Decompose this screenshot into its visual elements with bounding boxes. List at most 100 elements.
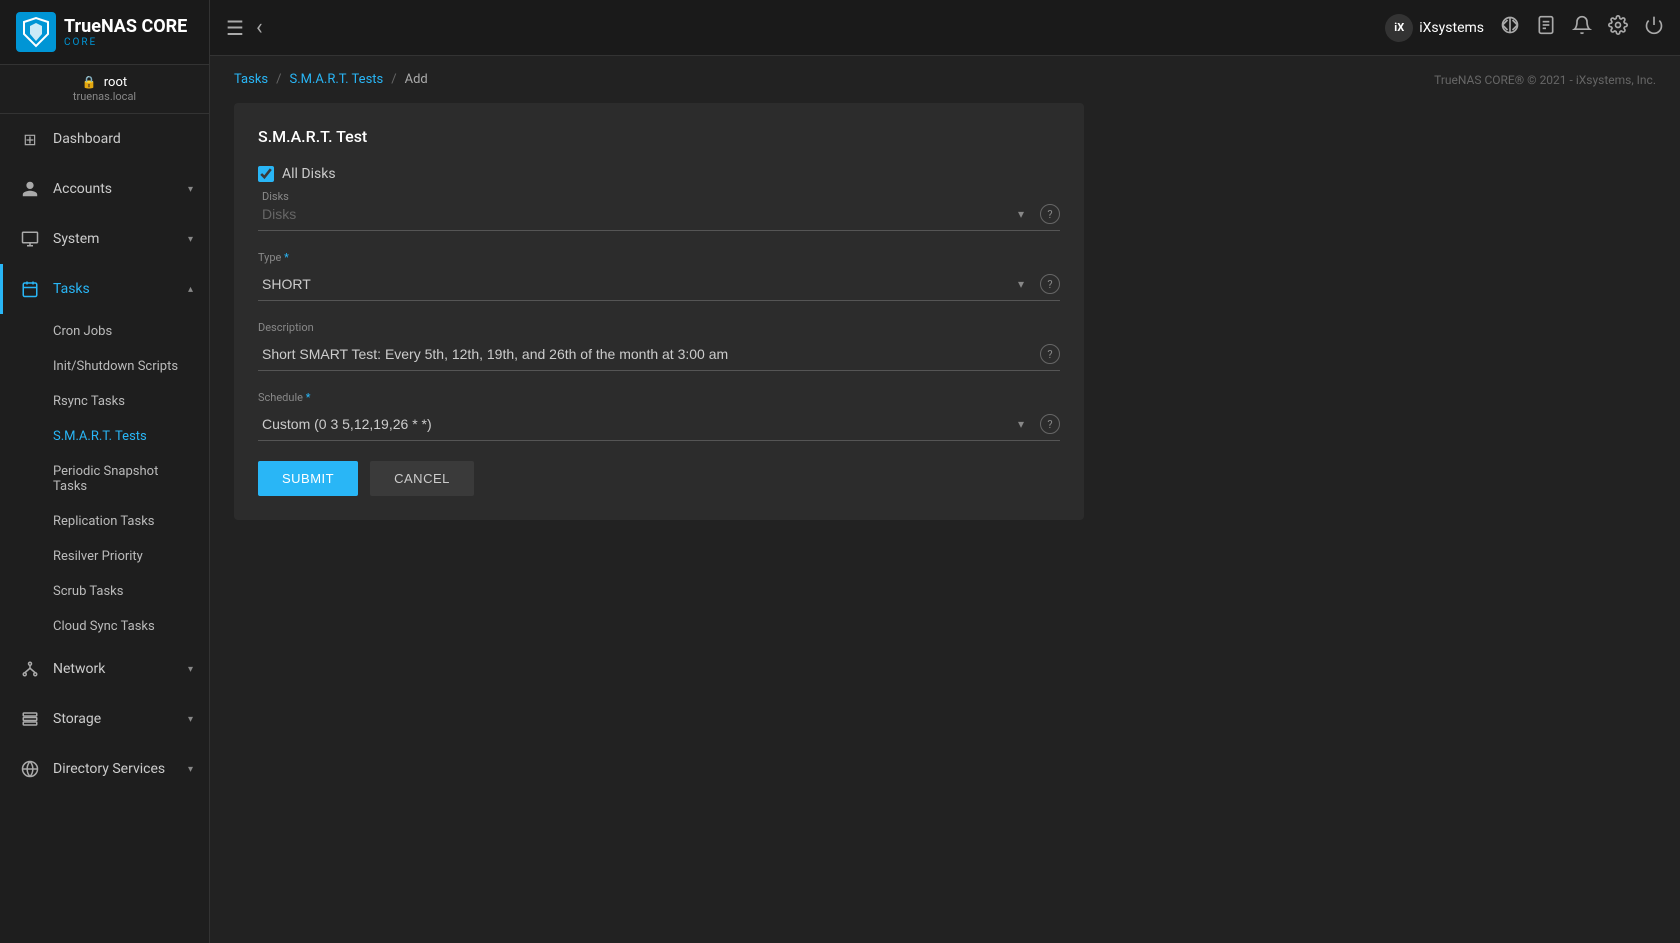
- description-group: Description ?: [258, 321, 1060, 371]
- accounts-icon: [19, 178, 41, 200]
- ix-badge: iX: [1385, 14, 1413, 42]
- schedule-select[interactable]: Custom (0 3 5,12,19,26 * *): [258, 414, 1018, 434]
- hostname: truenas.local: [16, 90, 193, 103]
- breadcrumb-tasks[interactable]: Tasks: [234, 72, 268, 87]
- chevron-down-icon: ▾: [188, 234, 193, 245]
- sub-item-label: Periodic Snapshot Tasks: [53, 464, 193, 494]
- breadcrumb-sep-2: /: [391, 72, 396, 87]
- all-disks-checkbox[interactable]: [258, 166, 274, 182]
- schedule-help-icon[interactable]: ?: [1040, 414, 1060, 434]
- username: root: [104, 75, 127, 90]
- sub-item-label: Cron Jobs: [53, 324, 112, 339]
- tasks-icon: [19, 278, 41, 300]
- all-disks-label[interactable]: All Disks: [282, 166, 336, 182]
- main-content: ☰ ‹ iX iXsystems: [210, 0, 1680, 943]
- sidebar-item-cron-jobs[interactable]: Cron Jobs: [0, 314, 209, 349]
- sidebar-item-tasks[interactable]: Tasks ▴: [0, 264, 209, 314]
- storage-icon: [19, 708, 41, 730]
- app-name: TrueNAS CORE: [64, 16, 187, 37]
- type-group: Type * SHORT LONG CONVEYANCE OFFLINE ▾ ?: [258, 251, 1060, 301]
- breadcrumb-sep-1: /: [276, 72, 281, 87]
- menu-icon[interactable]: ☰: [226, 16, 244, 40]
- sidebar-item-label: Dashboard: [53, 131, 193, 147]
- copyright-text: TrueNAS CORE® © 2021 - iXsystems, Inc.: [1434, 73, 1656, 87]
- disks-label: Disks: [262, 190, 289, 203]
- sidebar-item-system[interactable]: System ▾: [0, 214, 209, 264]
- sidebar-item-smart-tests[interactable]: S.M.A.R.T. Tests: [0, 419, 209, 454]
- sub-item-label: Resilver Priority: [53, 549, 143, 564]
- sidebar-item-scrub-tasks[interactable]: Scrub Tasks: [0, 574, 209, 609]
- description-label: Description: [258, 321, 1060, 334]
- system-icon: [19, 228, 41, 250]
- settings-icon[interactable]: [1608, 15, 1628, 40]
- sidebar-item-label: Directory Services: [53, 761, 188, 777]
- back-icon[interactable]: ‹: [256, 15, 263, 40]
- network-icon: [19, 658, 41, 680]
- ixsystems-label: iXsystems: [1419, 20, 1484, 36]
- notifications-icon[interactable]: [1572, 15, 1592, 40]
- submit-button[interactable]: SUBMIT: [258, 461, 358, 496]
- sidebar-item-replication-tasks[interactable]: Replication Tasks: [0, 504, 209, 539]
- sidebar-item-dashboard[interactable]: ⊞ Dashboard: [0, 114, 209, 164]
- app-subtitle: CORE: [64, 37, 187, 48]
- breadcrumb-add: Add: [405, 72, 428, 87]
- sidebar-item-cloud-sync-tasks[interactable]: Cloud Sync Tasks: [0, 609, 209, 644]
- schedule-dropdown-arrow: ▾: [1018, 417, 1024, 431]
- sidebar-item-rsync-tasks[interactable]: Rsync Tasks: [0, 384, 209, 419]
- breadcrumb-smart-tests[interactable]: S.M.A.R.T. Tests: [290, 72, 384, 87]
- sub-item-label: S.M.A.R.T. Tests: [53, 429, 147, 444]
- type-select[interactable]: SHORT LONG CONVEYANCE OFFLINE: [258, 274, 1018, 294]
- smart-test-form: S.M.A.R.T. Test All Disks ▾ ? Disks Type…: [234, 103, 1084, 520]
- description-input-wrapper: ?: [258, 338, 1060, 371]
- sidebar: TrueNAS CORE CORE 🔒 root truenas.local ⊞…: [0, 0, 210, 943]
- type-label: Type *: [258, 251, 1060, 264]
- trident-icon[interactable]: [1500, 15, 1520, 40]
- form-title: S.M.A.R.T. Test: [258, 127, 1060, 146]
- disks-help-icon[interactable]: ?: [1040, 204, 1060, 224]
- form-actions: SUBMIT CANCEL: [258, 461, 1060, 496]
- sub-item-label: Init/Shutdown Scripts: [53, 359, 178, 374]
- ixsystems-logo: iX iXsystems: [1385, 14, 1484, 42]
- cancel-button[interactable]: CANCEL: [370, 461, 474, 496]
- sidebar-item-storage[interactable]: Storage ▾: [0, 694, 209, 744]
- schedule-input-wrapper: Custom (0 3 5,12,19,26 * *) ▾ ?: [258, 408, 1060, 441]
- description-input[interactable]: [258, 344, 1032, 364]
- type-input-wrapper: SHORT LONG CONVEYANCE OFFLINE ▾ ?: [258, 268, 1060, 301]
- type-help-icon[interactable]: ?: [1040, 274, 1060, 294]
- lock-icon: 🔒: [82, 75, 97, 89]
- sidebar-item-label: Storage: [53, 711, 188, 727]
- chevron-down-icon: ▾: [188, 764, 193, 775]
- sidebar-item-directory-services[interactable]: Directory Services ▾: [0, 744, 209, 794]
- sidebar-item-network[interactable]: Network ▾: [0, 644, 209, 694]
- power-icon[interactable]: [1644, 15, 1664, 40]
- chevron-down-icon: ▾: [188, 664, 193, 675]
- disks-dropdown-arrow: ▾: [1018, 207, 1024, 221]
- disks-group: ▾ ? Disks: [258, 198, 1060, 231]
- disks-input[interactable]: [258, 204, 1018, 224]
- sidebar-item-init-shutdown[interactable]: Init/Shutdown Scripts: [0, 349, 209, 384]
- sub-item-label: Rsync Tasks: [53, 394, 125, 409]
- changelog-icon[interactable]: [1536, 15, 1556, 40]
- sidebar-item-resilver-priority[interactable]: Resilver Priority: [0, 539, 209, 574]
- schedule-group: Schedule * Custom (0 3 5,12,19,26 * *) ▾…: [258, 391, 1060, 441]
- sub-item-label: Scrub Tasks: [53, 584, 123, 599]
- description-help-icon[interactable]: ?: [1040, 344, 1060, 364]
- sidebar-item-accounts[interactable]: Accounts ▾: [0, 164, 209, 214]
- all-disks-row: All Disks: [258, 166, 1060, 182]
- chevron-down-icon: ▾: [188, 714, 193, 725]
- sub-item-label: Replication Tasks: [53, 514, 155, 529]
- sub-item-label: Cloud Sync Tasks: [53, 619, 155, 634]
- breadcrumb: Tasks / S.M.A.R.T. Tests / Add TrueNAS C…: [210, 56, 1680, 103]
- sidebar-item-label: Accounts: [53, 181, 188, 197]
- chevron-down-icon: ▾: [188, 184, 193, 195]
- chevron-up-icon: ▴: [188, 284, 193, 295]
- directory-services-icon: [19, 758, 41, 780]
- topbar: ☰ ‹ iX iXsystems: [210, 0, 1680, 56]
- sidebar-item-periodic-snapshot[interactable]: Periodic Snapshot Tasks: [0, 454, 209, 504]
- sidebar-item-label: Network: [53, 661, 188, 677]
- user-section: 🔒 root truenas.local: [0, 65, 209, 114]
- sidebar-item-label: System: [53, 231, 188, 247]
- schedule-label: Schedule *: [258, 391, 1060, 404]
- content-area: Tasks / S.M.A.R.T. Tests / Add TrueNAS C…: [210, 56, 1680, 943]
- disks-input-wrapper: ▾ ?: [258, 198, 1060, 231]
